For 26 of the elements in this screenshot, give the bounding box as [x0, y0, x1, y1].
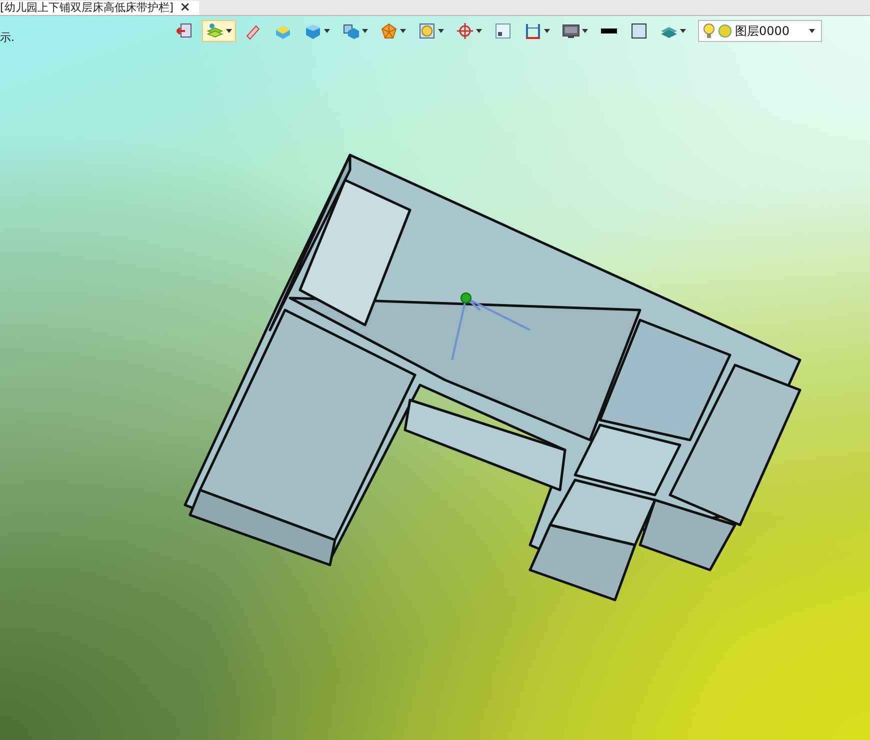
- monitor-icon: [562, 22, 580, 40]
- fill-icon: [630, 22, 648, 40]
- caret-icon: [438, 29, 444, 33]
- target-icon: [456, 22, 474, 40]
- caret-icon: [544, 29, 550, 33]
- caret-icon: [324, 29, 330, 33]
- caret-icon: [226, 29, 232, 33]
- document-tab[interactable]: [幼儿园上下铺双层床高低床带护栏] ×: [0, 1, 198, 15]
- layers-icon: [206, 22, 224, 40]
- tab-title: [幼儿园上下铺双层床高低床带护栏]: [0, 1, 174, 15]
- layer-name: 图层0000: [735, 22, 791, 40]
- measure-icon: [524, 22, 542, 40]
- view-icon: [342, 22, 360, 40]
- polygon-icon: [380, 22, 398, 40]
- caret-icon: [680, 29, 686, 33]
- caret-icon: [476, 29, 482, 33]
- caret-icon: [400, 29, 406, 33]
- caret-icon: [809, 29, 815, 33]
- hint-text: 示.: [0, 30, 16, 45]
- frame-icon: [494, 22, 512, 40]
- close-tab-button[interactable]: ×: [180, 1, 190, 15]
- caret-icon: [362, 29, 368, 33]
- caret-icon: [582, 29, 588, 33]
- layer-select[interactable]: 图层0000: [698, 20, 822, 42]
- exit-icon: [176, 22, 194, 40]
- cube-icon: [304, 22, 322, 40]
